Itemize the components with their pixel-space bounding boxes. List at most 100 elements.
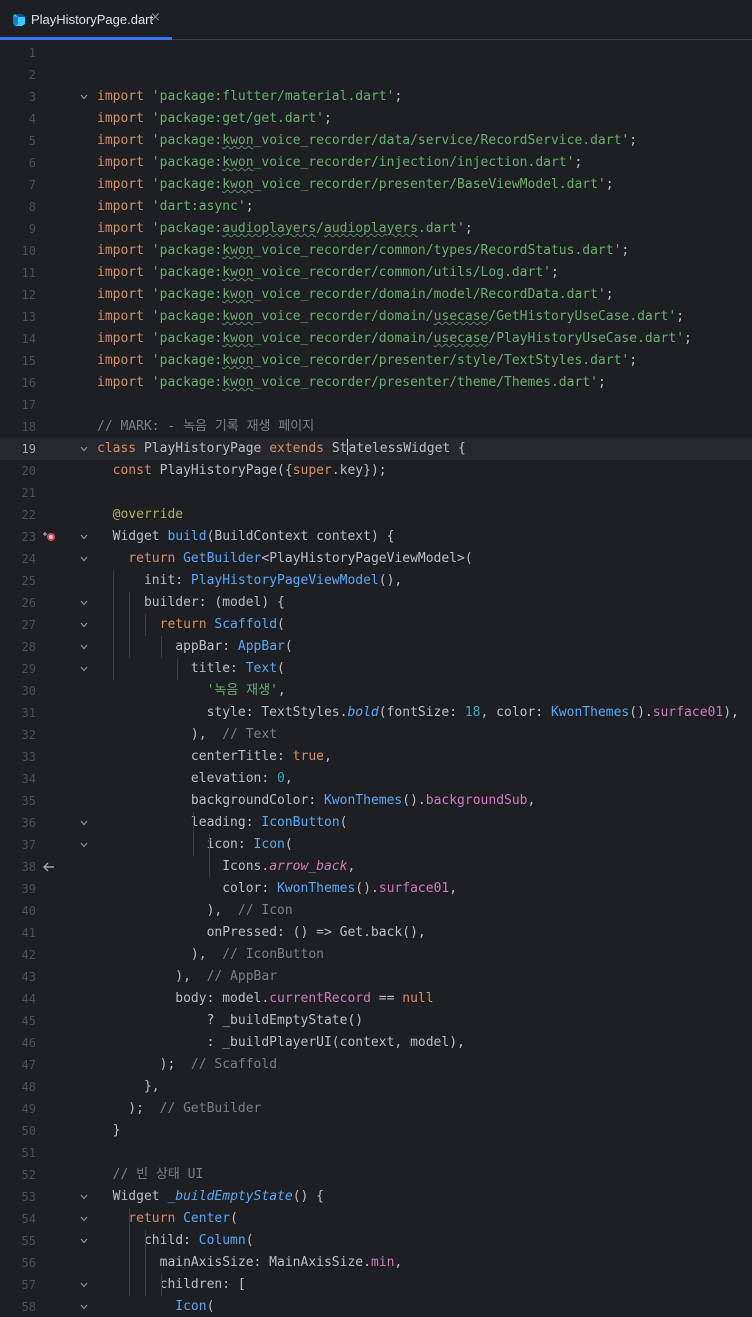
code-line[interactable]: 2 bbox=[0, 64, 752, 86]
code-line[interactable]: 45 ? _buildEmptyState() bbox=[0, 1010, 752, 1032]
code-line[interactable]: 44 body: model.currentRecord == null bbox=[0, 988, 752, 1010]
code-line[interactable]: 49 ); // GetBuilder bbox=[0, 1098, 752, 1120]
code-line[interactable]: 51 bbox=[0, 1142, 752, 1164]
fold-chevron-icon[interactable] bbox=[80, 533, 88, 541]
fold-chevron-icon[interactable] bbox=[80, 599, 88, 607]
code-line[interactable]: 39 color: KwonThemes().surface01, bbox=[0, 878, 752, 900]
line-number: 19 bbox=[21, 442, 36, 456]
code-token: == bbox=[370, 991, 403, 1006]
code-line[interactable]: 21 bbox=[0, 482, 752, 504]
code-line[interactable]: 55 child: Column( bbox=[0, 1230, 752, 1252]
code-line[interactable]: 50 } bbox=[0, 1120, 752, 1142]
code-line[interactable]: 5 import 'package:kwon_voice_recorder/dat… bbox=[0, 130, 752, 152]
code-line[interactable]: 1 bbox=[0, 42, 752, 64]
code-text: import 'package:kwon_voice_recorder/inje… bbox=[97, 152, 582, 174]
code-line[interactable]: 16 import 'package:kwon_voice_recorder/pr… bbox=[0, 372, 752, 394]
code-token: ; bbox=[574, 155, 583, 170]
code-line[interactable]: 9 import 'package:audioplayers/audioplaye… bbox=[0, 218, 752, 240]
fold-chevron-icon[interactable] bbox=[80, 621, 88, 629]
code-line[interactable]: 8 import 'dart:async'; bbox=[0, 196, 752, 218]
fold-chevron-icon[interactable] bbox=[80, 93, 88, 101]
code-line[interactable]: 13 import 'package:kwon_voice_recorder/do… bbox=[0, 306, 752, 328]
code-line[interactable]: 10 import 'package:kwon_voice_recorder/co… bbox=[0, 240, 752, 262]
fold-chevron-icon[interactable] bbox=[80, 445, 88, 453]
code-line[interactable]: 19 class PlayHistoryPage extends Stateles… bbox=[0, 438, 752, 460]
code-line[interactable]: 46 : _buildPlayerUI(context, model), bbox=[0, 1032, 752, 1054]
override-method-icon[interactable] bbox=[42, 530, 56, 544]
fold-chevron-icon[interactable] bbox=[80, 665, 88, 673]
code-line[interactable]: 47 ); // Scaffold bbox=[0, 1054, 752, 1076]
code-line[interactable]: 41 onPressed: () => Get.back(), bbox=[0, 922, 752, 944]
code-line[interactable]: 23 Widget build(BuildContext context) { bbox=[0, 526, 752, 548]
code-line[interactable]: 24 return GetBuilder<PlayHistoryPageView… bbox=[0, 548, 752, 570]
code-token: onPressed: () => Get.back(), bbox=[97, 925, 426, 940]
code-line[interactable]: 37 icon: Icon( bbox=[0, 834, 752, 856]
code-line[interactable]: 43 ), // AppBar bbox=[0, 966, 752, 988]
code-line[interactable]: 11 import 'package:kwon_voice_recorder/co… bbox=[0, 262, 752, 284]
fold-chevron-icon[interactable] bbox=[80, 1281, 88, 1289]
line-number: 42 bbox=[21, 948, 36, 962]
fold-chevron-icon[interactable] bbox=[80, 555, 88, 563]
code-line[interactable]: 48 }, bbox=[0, 1076, 752, 1098]
code-line[interactable]: 36 leading: IconButton( bbox=[0, 812, 752, 834]
code-line[interactable]: 12 import 'package:kwon_voice_recorder/do… bbox=[0, 284, 752, 306]
code-line[interactable]: 35 backgroundColor: KwonThemes().backgro… bbox=[0, 790, 752, 812]
code-text: ); // GetBuilder bbox=[97, 1098, 261, 1120]
code-editor[interactable]: 1 2 3 import 'package:flutter/material.dart… bbox=[0, 41, 752, 1317]
code-line[interactable]: 7 import 'package:kwon_voice_recorder/pre… bbox=[0, 174, 752, 196]
code-token: _voice_recorder/domain/ bbox=[253, 331, 434, 346]
code-token: ; bbox=[605, 287, 614, 302]
code-token: (), bbox=[378, 573, 403, 588]
code-line[interactable]: 6 import 'package:kwon_voice_recorder/inj… bbox=[0, 152, 752, 174]
fold-chevron-icon[interactable] bbox=[80, 643, 88, 651]
code-line[interactable]: 56 mainAxisSize: MainAxisSize.min, bbox=[0, 1252, 752, 1274]
line-number: 13 bbox=[21, 310, 36, 324]
code-token: mainAxisSize: MainAxisSize. bbox=[97, 1255, 371, 1270]
line-number: 38 bbox=[21, 860, 36, 874]
indent-guide bbox=[177, 658, 178, 680]
close-icon[interactable]: × bbox=[150, 10, 161, 25]
code-line[interactable]: 57 children: [ bbox=[0, 1274, 752, 1296]
fold-chevron-icon[interactable] bbox=[80, 1193, 88, 1201]
code-line[interactable]: 15 import 'package:kwon_voice_recorder/pr… bbox=[0, 350, 752, 372]
code-line[interactable]: 20 const PlayHistoryPage({super.key}); bbox=[0, 460, 752, 482]
code-line[interactable]: 14 import 'package:kwon_voice_recorder/do… bbox=[0, 328, 752, 350]
code-line[interactable]: 38 Icons.arrow_back, bbox=[0, 856, 752, 878]
fold-chevron-icon[interactable] bbox=[80, 819, 88, 827]
code-line[interactable]: 33 centerTitle: true, bbox=[0, 746, 752, 768]
fold-chevron-icon[interactable] bbox=[80, 1215, 88, 1223]
code-line[interactable]: 53 Widget _buildEmptyState() { bbox=[0, 1186, 752, 1208]
arrow-back-icon[interactable] bbox=[42, 860, 56, 874]
code-line[interactable]: 4 import 'package:get/get.dart'; bbox=[0, 108, 752, 130]
fold-chevron-icon[interactable] bbox=[80, 1237, 88, 1245]
code-token: , bbox=[394, 1255, 403, 1270]
code-line[interactable]: 18 // MARK: - 녹음 기록 재생 페이지 bbox=[0, 416, 752, 438]
code-token: backgroundSub bbox=[425, 793, 528, 808]
code-text: @override bbox=[97, 504, 183, 526]
code-line[interactable]: 58 Icon( bbox=[0, 1296, 752, 1317]
code-line[interactable]: 54 return Center( bbox=[0, 1208, 752, 1230]
fold-chevron-icon[interactable] bbox=[80, 1303, 88, 1311]
code-text: style: TextStyles.bold(fontSize: 18, col… bbox=[97, 702, 739, 724]
code-token: Center bbox=[183, 1211, 231, 1226]
code-text: // MARK: - 녹음 기록 재생 페이지 bbox=[97, 416, 314, 438]
code-line[interactable]: 30 '녹음 재생', bbox=[0, 680, 752, 702]
code-line[interactable]: 3 import 'package:flutter/material.dart'; bbox=[0, 86, 752, 108]
fold-chevron-icon[interactable] bbox=[80, 841, 88, 849]
code-line[interactable]: 17 bbox=[0, 394, 752, 416]
code-line[interactable]: 31 style: TextStyles.bold(fontSize: 18, … bbox=[0, 702, 752, 724]
code-token: import bbox=[97, 331, 152, 346]
code-line[interactable]: 42 ), // IconButton bbox=[0, 944, 752, 966]
code-line[interactable]: 40 ), // Icon bbox=[0, 900, 752, 922]
code-line[interactable]: 22 @override bbox=[0, 504, 752, 526]
indent-guide bbox=[129, 1208, 130, 1296]
code-token: // Icon bbox=[237, 903, 293, 918]
code-token: } bbox=[97, 1123, 121, 1138]
code-token: // IconButton bbox=[222, 947, 324, 962]
code-token: body: model. bbox=[97, 991, 270, 1006]
tab-playhistorypage[interactable]: PlayHistoryPage.dart × bbox=[0, 0, 172, 40]
code-line[interactable]: 32 ), // Text bbox=[0, 724, 752, 746]
code-line[interactable]: 34 elevation: 0, bbox=[0, 768, 752, 790]
code-line[interactable]: 52 // 빈 상태 UI bbox=[0, 1164, 752, 1186]
editor-tab-bar: PlayHistoryPage.dart × bbox=[0, 0, 752, 40]
